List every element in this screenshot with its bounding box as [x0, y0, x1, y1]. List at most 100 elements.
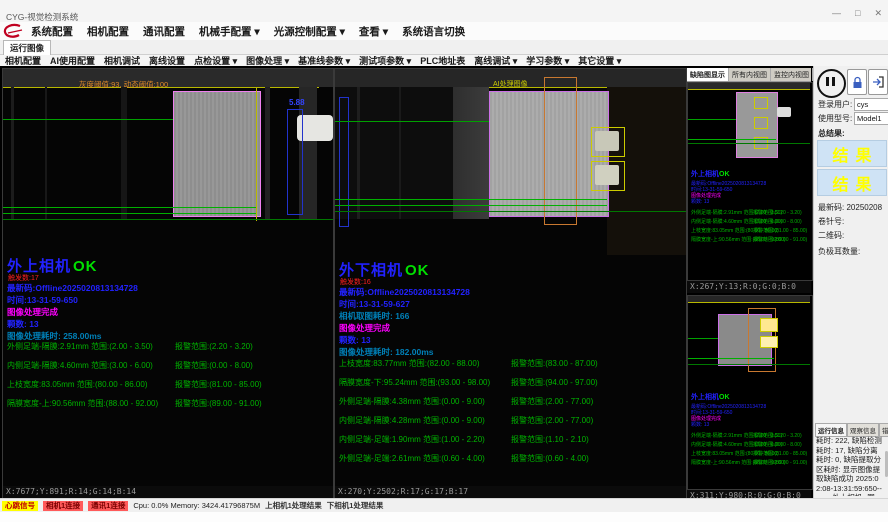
logout-icon — [872, 76, 884, 88]
alarm-text: 报警范围:(0.00 - 8.00) — [753, 441, 802, 448]
measure-row: 外侧足端-隔膜:4.38mm 范围:(0.00 - 9.00) 报警范围:(2.… — [339, 396, 682, 408]
close-icon[interactable]: ✕ — [874, 8, 882, 19]
overlay-green-line — [688, 364, 810, 365]
login-user-value[interactable]: cys — [854, 98, 888, 111]
time-line: 时间:13-31-59-627 — [339, 298, 410, 310]
measure-text: 上枝宽度:83.05mm 范围:(80.00 - 86.00) — [7, 379, 148, 390]
minimize-icon[interactable]: — — [832, 8, 841, 19]
mini-view-1[interactable]: 外上相机OK 最新码:Offline2025020813134728 时间:13… — [687, 82, 813, 281]
measure-text: 内侧足端-足端:1.90mm 范围:(1.00 - 2.20) — [339, 434, 485, 445]
result-ok: OK — [719, 171, 730, 178]
menu-item-language-switch[interactable]: 系统语言切换 — [395, 24, 472, 39]
logout-button[interactable] — [868, 69, 888, 95]
alarm-text: 报警范围:(0.00 - 8.00) — [175, 360, 253, 371]
menu-item-comm-config[interactable]: 通讯配置 — [136, 24, 192, 39]
menu-item-system-config[interactable]: 系统配置 — [24, 24, 80, 39]
alarm-text: 报警范围:(0.60 - 4.00) — [511, 453, 589, 464]
pin-number-label: 卷针号: — [818, 216, 844, 227]
mini-view-2[interactable]: 外上相机OK 最新码:Offline2025020813134728 时间:13… — [687, 295, 813, 490]
tab-all-views[interactable]: 所有内视图 — [729, 68, 771, 81]
model-value[interactable]: Model1 — [854, 112, 888, 125]
alarm-text: 报警范围:(2.00 - 77.00) — [511, 415, 593, 426]
overlay-yellow-vline — [256, 87, 257, 221]
count-line: 颗数: 13 — [691, 198, 709, 205]
negative-tab-count-label: 负极耳数量: — [818, 246, 860, 257]
measure-row: 上枝宽度:83.05mm 范围:(80.00 - 86.00) 报警范围:(81… — [7, 379, 329, 391]
tab-watch-info[interactable]: 观察信息 — [847, 423, 879, 437]
tab-monitor-views[interactable]: 监控内视图 — [771, 68, 813, 81]
overlay-green-line — [688, 119, 736, 120]
alarm-text: 报警范围:(2.20 - 3.20) — [753, 432, 802, 439]
overlay-blue-box — [339, 97, 349, 227]
measure-text: 内侧足端-隔膜:4.28mm 范围:(0.00 - 9.00) — [339, 415, 485, 426]
alarm-text: 报警范围:(2.00 - 77.00) — [511, 396, 593, 407]
menu-bar: 系统配置 相机配置 通讯配置 机械手配置 ▾ 光源控制配置 ▾ 查看 ▾ 系统语… — [0, 22, 888, 40]
camera-link-badge: 相机1连接 — [43, 501, 83, 511]
main-area: 5.88 灰度阈值:93, 动态阈值:100 外上相机OK 触发数:17 最新码… — [0, 66, 888, 498]
result-text: 结果 — [825, 171, 878, 195]
status-bar: 心跳信号 相机1连接 通讯1连接 Cpu: 0.0% Memory: 3424.… — [0, 498, 888, 512]
overlay-green-line — [3, 213, 256, 214]
time-line: 时间:13-31-59-650 — [7, 294, 78, 306]
camera-view-lower: AI处理图像 外下相机OK 触发数:16 最新码:Offline20250208… — [334, 68, 687, 499]
measure-row: 内侧足端-足端:1.90mm 范围:(1.00 - 2.20) 报警范围:(1.… — [339, 434, 682, 446]
barcode-line: 最新码:Offline2025020813134728 — [7, 282, 138, 294]
menu-item-camera-config[interactable]: 相机配置 — [80, 24, 136, 39]
menu-item-robot-config[interactable]: 机械手配置 ▾ — [192, 24, 267, 39]
overlay-yellow-box — [754, 117, 768, 129]
overlay-green-line — [3, 219, 333, 220]
upper-camera-result-link[interactable]: 上相机1处理结果 — [265, 500, 322, 511]
run-log-text: 耗时: 222, 缺陷检测耗时: 17, 缺陷分离耗时: 0, 缺陷提取分区耗时… — [816, 436, 882, 496]
measure-text: 外侧足端-隔膜:2.91mm 范围:(2.00 - 3.50) — [7, 341, 153, 352]
scene-streak — [265, 87, 270, 219]
alarm-text: 报警范围:(89.00 - 91.00) — [175, 398, 262, 409]
alarm-text: 报警范围:(83.00 - 87.00) — [511, 358, 598, 369]
tab-run-image[interactable]: 运行图像 — [3, 40, 51, 55]
overlay-green-line — [688, 143, 810, 144]
measure-row: 隔膜宽度-上:90.56mm 范围:(88.00 - 92.00) 报警范围:(… — [7, 398, 329, 410]
scene-gripper — [777, 107, 791, 117]
menu-item-view[interactable]: 查看 ▾ — [352, 24, 395, 39]
result-ok: OK — [73, 258, 98, 275]
maximize-icon[interactable]: □ — [855, 8, 860, 19]
menu-item-light-config[interactable]: 光源控制配置 ▾ — [267, 24, 352, 39]
scene-metal-tab — [595, 165, 619, 185]
scene-streak — [45, 87, 47, 219]
result-box-upper: 结果 — [817, 140, 887, 167]
pause-button[interactable] — [817, 69, 846, 98]
pixel-coordinate-bar: X:7677;Y:891;R:14;G:14;B:14 — [3, 486, 333, 498]
scene-highlight-tab — [760, 318, 778, 332]
total-result-label: 总结果: — [818, 128, 845, 139]
measure-text: 隔膜宽度-上:90.56mm 范围:(88.00 - 92.00) — [7, 398, 158, 409]
result-ok: OK — [405, 262, 430, 279]
app-logo-icon — [2, 23, 24, 39]
tab-error-info[interactable]: 错误信息 — [879, 423, 888, 437]
qr-code-label: 二维码: — [818, 230, 844, 241]
small-view-column: 缺陷图显示 所有内视图 监控内视图 外上相机OK 最新码:Offline2025… — [687, 68, 811, 497]
tab-defect-display[interactable]: 缺陷图显示 — [687, 68, 729, 81]
overlay-green-line — [335, 199, 607, 200]
login-user-label: 登录用户: — [818, 99, 852, 110]
measure-text: 上枝宽度:83.77mm 范围:(82.00 - 88.00) — [339, 358, 480, 369]
measure-row: 内侧足端-隔膜:4.60mm 范围:(3.00 - 6.00) 报警范围:(0.… — [7, 360, 329, 372]
pause-icon — [826, 77, 829, 86]
measure-text: 隔膜宽度-下:95.24mm 范围:(93.00 - 98.00) — [339, 377, 490, 388]
overlay-green-line — [3, 207, 256, 208]
ai-process-label: AI处理图像 — [493, 79, 528, 89]
pause-icon — [832, 77, 835, 86]
process-time-line: 图像处理耗时: 182.00ms — [339, 346, 433, 358]
tab-run-info[interactable]: 运行信息 — [815, 423, 847, 437]
small-view-tabs: 缺陷图显示 所有内视图 监控内视图 — [687, 68, 811, 82]
scene-streak — [121, 87, 127, 219]
camera-name: 外上相机 — [691, 394, 719, 401]
camera-canvas-lower[interactable]: AI处理图像 外下相机OK 触发数:16 最新码:Offline20250208… — [335, 69, 686, 486]
control-panel: 登录用户: cys 使用型号: Model1 总结果: 结果 结果 最新码: 2… — [813, 66, 888, 498]
camera-canvas-upper[interactable]: 5.88 灰度阈值:93, 动态阈值:100 外上相机OK 触发数:17 最新码… — [3, 69, 333, 486]
alarm-text: 报警范围:(81.00 - 85.00) — [753, 227, 807, 234]
alarm-text: 报警范围:(2.20 - 3.20) — [753, 209, 802, 216]
process-done-line: 图像处理完成 — [339, 322, 390, 334]
lower-camera-result-link[interactable]: 下相机1处理结果 — [327, 500, 384, 511]
lock-icon — [852, 76, 863, 89]
lock-button[interactable] — [847, 69, 867, 95]
title-bar: CYG-视觉检测系统 — □ ✕ — [0, 0, 888, 23]
